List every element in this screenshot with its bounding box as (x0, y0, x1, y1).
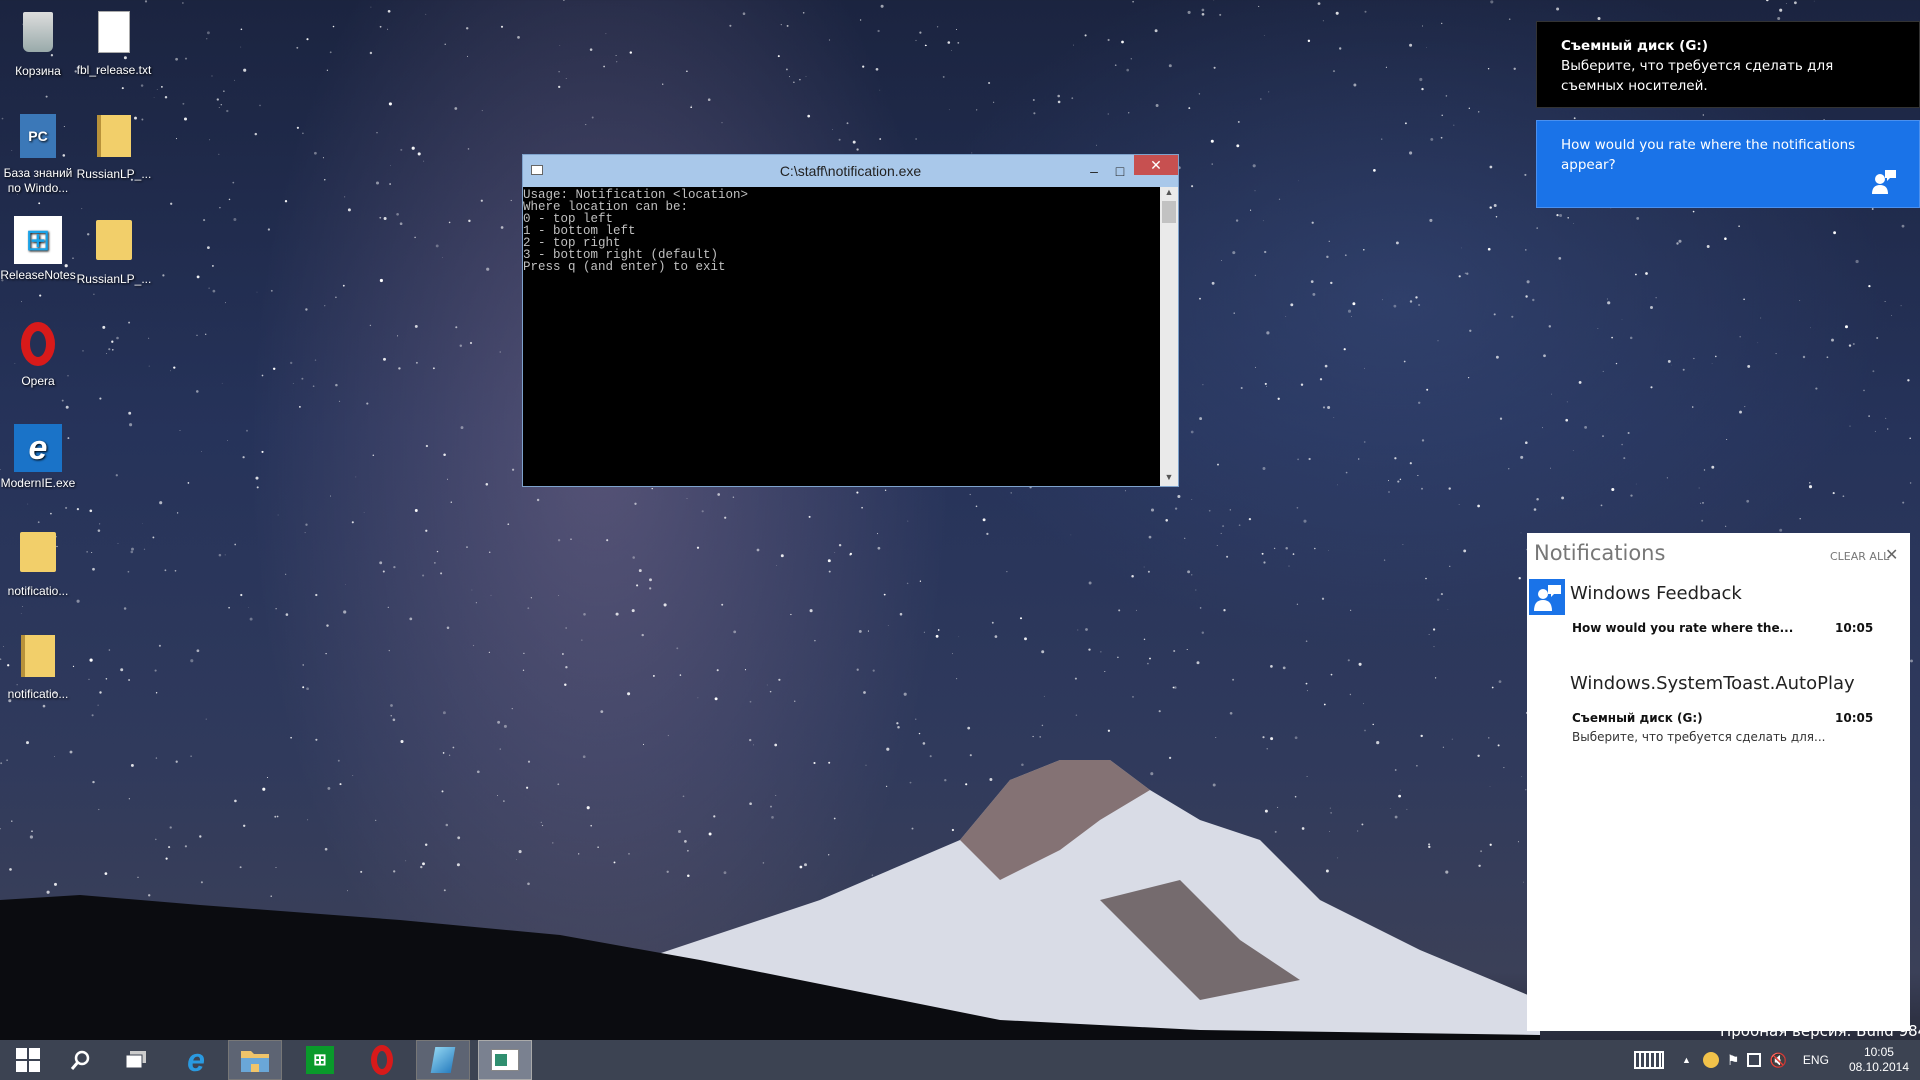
scroll-up-arrow[interactable]: ▲ (1160, 187, 1178, 201)
folder-icon (14, 532, 62, 580)
scroll-down-arrow[interactable]: ▼ (1160, 472, 1178, 486)
desktop-icon[interactable]: e ModernIE.exe (0, 424, 78, 491)
desktop-icon-label: ReleaseNotes (0, 268, 76, 282)
nc-title: Notifications (1534, 541, 1666, 565)
console-line: Press q (and enter) to exit (523, 260, 726, 274)
toast-title: Съемный диск (G:) (1561, 38, 1708, 54)
action-center-flag-icon[interactable]: ⚑ (1727, 1052, 1740, 1069)
clear-all-button[interactable]: CLEAR ALL (1830, 550, 1889, 563)
desktop-icon-label: ModernIE.exe (0, 476, 76, 490)
desktop-icon[interactable]: fbl_release.txt (74, 8, 154, 78)
clock-time: 10:05 (1863, 1045, 1894, 1059)
show-hidden-icons-button[interactable]: ▲ (1682, 1055, 1691, 1065)
desktop-icon[interactable]: RussianLP_... (74, 112, 154, 182)
notification-item[interactable]: How would you rate where the... 10:05 (1572, 621, 1892, 643)
recycle-bin-icon (14, 12, 62, 60)
desktop-icon-label: RussianLP_... (76, 272, 152, 286)
start-button[interactable] (0, 1040, 56, 1080)
desktop-icon-label: RussianLP_... (76, 167, 152, 181)
clock-date: 08.10.2014 (1848, 1060, 1909, 1074)
nc-close-button[interactable]: ✕ (1885, 545, 1898, 564)
taskbar-store[interactable]: ⊞ (292, 1040, 348, 1080)
network-icon[interactable] (1747, 1053, 1762, 1067)
desktop-icon-label: База знаний по Windo... (3, 166, 73, 195)
item-title: How would you rate where the... (1572, 621, 1794, 635)
text-file-icon (90, 11, 138, 59)
console-title: C:\staff\notification.exe (779, 163, 922, 179)
ie-icon: e (14, 424, 62, 472)
search-button[interactable] (52, 1040, 108, 1080)
desktop-icon-label: Корзина (15, 64, 61, 78)
minimize-button[interactable]: – (1082, 155, 1106, 187)
desktop-icon-label: Opera (21, 374, 55, 388)
desktop-icon[interactable]: Корзина (0, 8, 78, 79)
taskbar: e ⊞ ▲ ⚑ 🔇 ENG 10:05 08.10.2014 (0, 1040, 1920, 1080)
toast-body: How would you rate where the notificatio… (1561, 137, 1856, 173)
desktop-icon-label: fbl_release.txt (76, 63, 152, 77)
language-indicator[interactable]: ENG (1803, 1053, 1829, 1067)
opera-icon (14, 322, 62, 370)
volume-muted-icon[interactable]: 🔇 (1769, 1052, 1786, 1069)
feedback-icon (1871, 169, 1897, 195)
build-watermark: Пробная версия. Build 9841 (1720, 1022, 1920, 1040)
task-view-button[interactable] (108, 1040, 164, 1080)
toast-body: Выберите, что требуется сделать для съем… (1561, 58, 1834, 94)
desktop-icon[interactable]: notificatio... (0, 528, 78, 599)
taskbar-internet-explorer[interactable]: e (168, 1040, 224, 1080)
item-body: Выберите, что требуется сделать для... (1572, 730, 1826, 744)
notification-center: Notifications CLEAR ALL ✕ Windows Feedba… (1527, 533, 1910, 1031)
item-time: 10:05 (1835, 621, 1874, 635)
desktop-icon[interactable]: notificatio... (0, 632, 78, 702)
group-header-autoplay: Windows.SystemToast.AutoPlay (1570, 673, 1855, 694)
item-title: Съемный диск (G:) (1572, 711, 1703, 725)
console-app-icon (531, 165, 543, 175)
windows-logo-icon: ⊞ (14, 216, 62, 264)
desktop-icon[interactable]: RussianLP_... (74, 216, 154, 287)
maximize-button[interactable]: □ (1108, 155, 1132, 187)
taskbar-file-explorer[interactable] (228, 1040, 282, 1080)
folder-icon (90, 220, 138, 268)
notification-item[interactable]: Съемный диск (G:) 10:05 Выберите, что тр… (1572, 711, 1892, 753)
desktop-icon[interactable]: ⊞ ReleaseNotes (0, 216, 78, 283)
console-title-bar[interactable]: C:\staff\notification.exe – □ ✕ (523, 155, 1178, 187)
desktop-icon[interactable]: Opera (0, 320, 78, 389)
close-button[interactable]: ✕ (1134, 155, 1178, 175)
taskbar-notepad[interactable] (416, 1040, 470, 1080)
console-output[interactable]: Usage: Notification <location> Where loca… (523, 187, 1160, 486)
toast-autoplay[interactable]: Съемный диск (G:) Выберите, что требуетс… (1536, 21, 1920, 108)
clock[interactable]: 10:05 08.10.2014 (1849, 1045, 1909, 1075)
smiley-icon[interactable] (1702, 1052, 1719, 1068)
taskbar-console[interactable] (478, 1040, 532, 1080)
scroll-thumb[interactable] (1162, 201, 1176, 223)
zip-folder-icon (14, 635, 62, 683)
desktop-icon[interactable]: PC База знаний по Windo... (0, 112, 78, 196)
console-line: Where location can be: (523, 200, 689, 214)
document-shortcut-icon: PC (14, 114, 62, 162)
zip-folder-icon (90, 115, 138, 163)
desktop-icon-label: notificatio... (7, 584, 69, 598)
touch-keyboard-icon[interactable] (1634, 1051, 1664, 1069)
feedback-app-icon (1529, 579, 1565, 615)
console-scrollbar[interactable]: ▲ ▼ (1160, 187, 1178, 486)
toast-feedback[interactable]: How would you rate where the notificatio… (1536, 120, 1920, 208)
group-header-feedback: Windows Feedback (1570, 583, 1742, 604)
console-window[interactable]: C:\staff\notification.exe – □ ✕ Usage: N… (522, 154, 1179, 487)
desktop-icon-label: notificatio... (7, 687, 69, 701)
taskbar-opera[interactable] (354, 1040, 410, 1080)
item-time: 10:05 (1835, 711, 1874, 725)
